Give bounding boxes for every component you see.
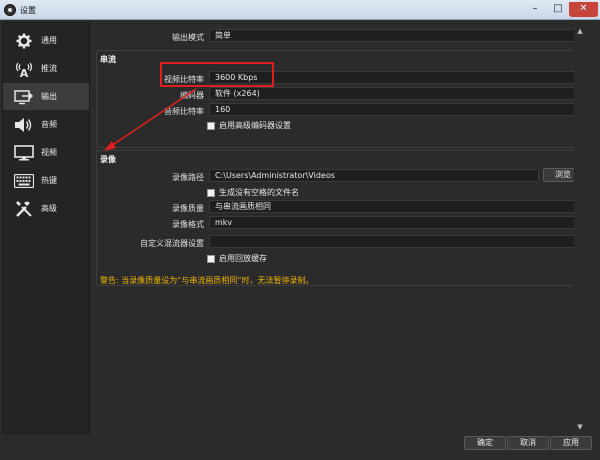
- scroll-down-arrow-icon[interactable]: ▼: [574, 422, 586, 432]
- checkbox-label: 启用回放缓存: [219, 254, 267, 263]
- output-mode-label: 输出模式: [172, 33, 204, 42]
- keyboard-icon: [13, 172, 35, 190]
- sidebar-item-label: 高级: [41, 204, 57, 213]
- cancel-button[interactable]: 取消: [507, 436, 549, 450]
- speaker-icon: [13, 116, 35, 134]
- recording-format-value: mkv: [215, 218, 233, 227]
- sidebar-item-label: 推流: [41, 64, 57, 73]
- custom-muxer-label: 自定义混流器设置: [140, 239, 204, 248]
- gear-icon: [13, 32, 35, 50]
- scroll-up-arrow-icon[interactable]: ▲: [574, 26, 586, 36]
- checkbox-box[interactable]: [207, 188, 215, 197]
- close-button[interactable]: ✕: [569, 2, 598, 17]
- sidebar-item-output[interactable]: 输出: [3, 83, 89, 110]
- title-bar: 设置 – □ ✕: [0, 0, 600, 20]
- sidebar-item-label: 输出: [41, 92, 57, 101]
- streaming-group-title: 串流: [100, 55, 116, 64]
- recording-format-select[interactable]: mkv ▴▾: [209, 216, 583, 230]
- monitor-icon: [13, 144, 35, 162]
- ok-button[interactable]: 确定: [464, 436, 506, 450]
- maximize-button[interactable]: □: [547, 2, 569, 17]
- obs-app-icon: [4, 4, 16, 16]
- sidebar-item-advanced[interactable]: 高级: [3, 195, 89, 222]
- tools-icon: [13, 200, 35, 218]
- sidebar-item-label: 视频: [41, 148, 57, 157]
- apply-button[interactable]: 应用: [550, 436, 592, 450]
- recording-path-input[interactable]: C:\Users\Administrator\Videos: [209, 169, 539, 182]
- sidebar-item-general[interactable]: 通用: [3, 27, 89, 54]
- checkbox-label: 启用高级编码器设置: [219, 121, 291, 130]
- settings-sidebar: 通用 A 推流 输出 音频 视频 热键 高级: [2, 22, 90, 434]
- recording-quality-label: 录像质量: [172, 204, 204, 213]
- recording-format-label: 录像格式: [172, 220, 204, 229]
- annotation-highlight-box: [160, 62, 274, 87]
- sidebar-item-stream[interactable]: A 推流: [3, 55, 89, 82]
- recording-path-label: 录像路径: [172, 173, 204, 182]
- recording-warning-text: 警告: 当录像质量设为“与串流画质相同”时，无法暂停录制。: [100, 276, 314, 285]
- recording-quality-select[interactable]: 与串流画质相同 ▴▾: [209, 200, 583, 214]
- minimize-button[interactable]: –: [523, 2, 547, 17]
- encoder-value: 软件 (x264): [215, 89, 260, 98]
- output-mode-select[interactable]: 简单 ▴▾: [209, 29, 583, 43]
- checkbox-box[interactable]: [207, 254, 215, 263]
- sidebar-item-label: 通用: [41, 36, 57, 45]
- svg-text:A: A: [20, 67, 29, 78]
- encoder-label: 编码器: [180, 91, 204, 100]
- no-space-filename-checkbox[interactable]: 生成没有空格的文件名: [207, 187, 299, 198]
- recording-group-title: 录像: [100, 155, 116, 164]
- advanced-encoder-checkbox[interactable]: 启用高级编码器设置: [207, 120, 291, 131]
- audio-bitrate-value: 160: [215, 105, 231, 114]
- checkbox-label: 生成没有空格的文件名: [219, 188, 299, 197]
- recording-path-value: C:\Users\Administrator\Videos: [215, 171, 335, 180]
- audio-bitrate-label: 音频比特率: [164, 107, 204, 116]
- sidebar-item-label: 音频: [41, 120, 57, 129]
- encoder-select[interactable]: 软件 (x264) ▴▾: [209, 87, 583, 101]
- antenna-icon: A: [13, 60, 35, 78]
- custom-muxer-input[interactable]: [209, 235, 583, 248]
- recording-quality-value: 与串流画质相同: [215, 202, 271, 211]
- sidebar-item-label: 热键: [41, 176, 57, 185]
- output-icon: [13, 88, 35, 106]
- sidebar-item-audio[interactable]: 音频: [3, 111, 89, 138]
- replay-buffer-checkbox[interactable]: 启用回放缓存: [207, 253, 267, 264]
- audio-bitrate-select[interactable]: 160 ▴▾: [209, 103, 583, 117]
- sidebar-item-video[interactable]: 视频: [3, 139, 89, 166]
- output-mode-value: 简单: [215, 31, 231, 40]
- checkbox-box[interactable]: [207, 121, 215, 130]
- window-title: 设置: [20, 6, 36, 15]
- vertical-scrollbar[interactable]: ▲ ▼: [574, 26, 586, 432]
- sidebar-item-hotkeys[interactable]: 热键: [3, 167, 89, 194]
